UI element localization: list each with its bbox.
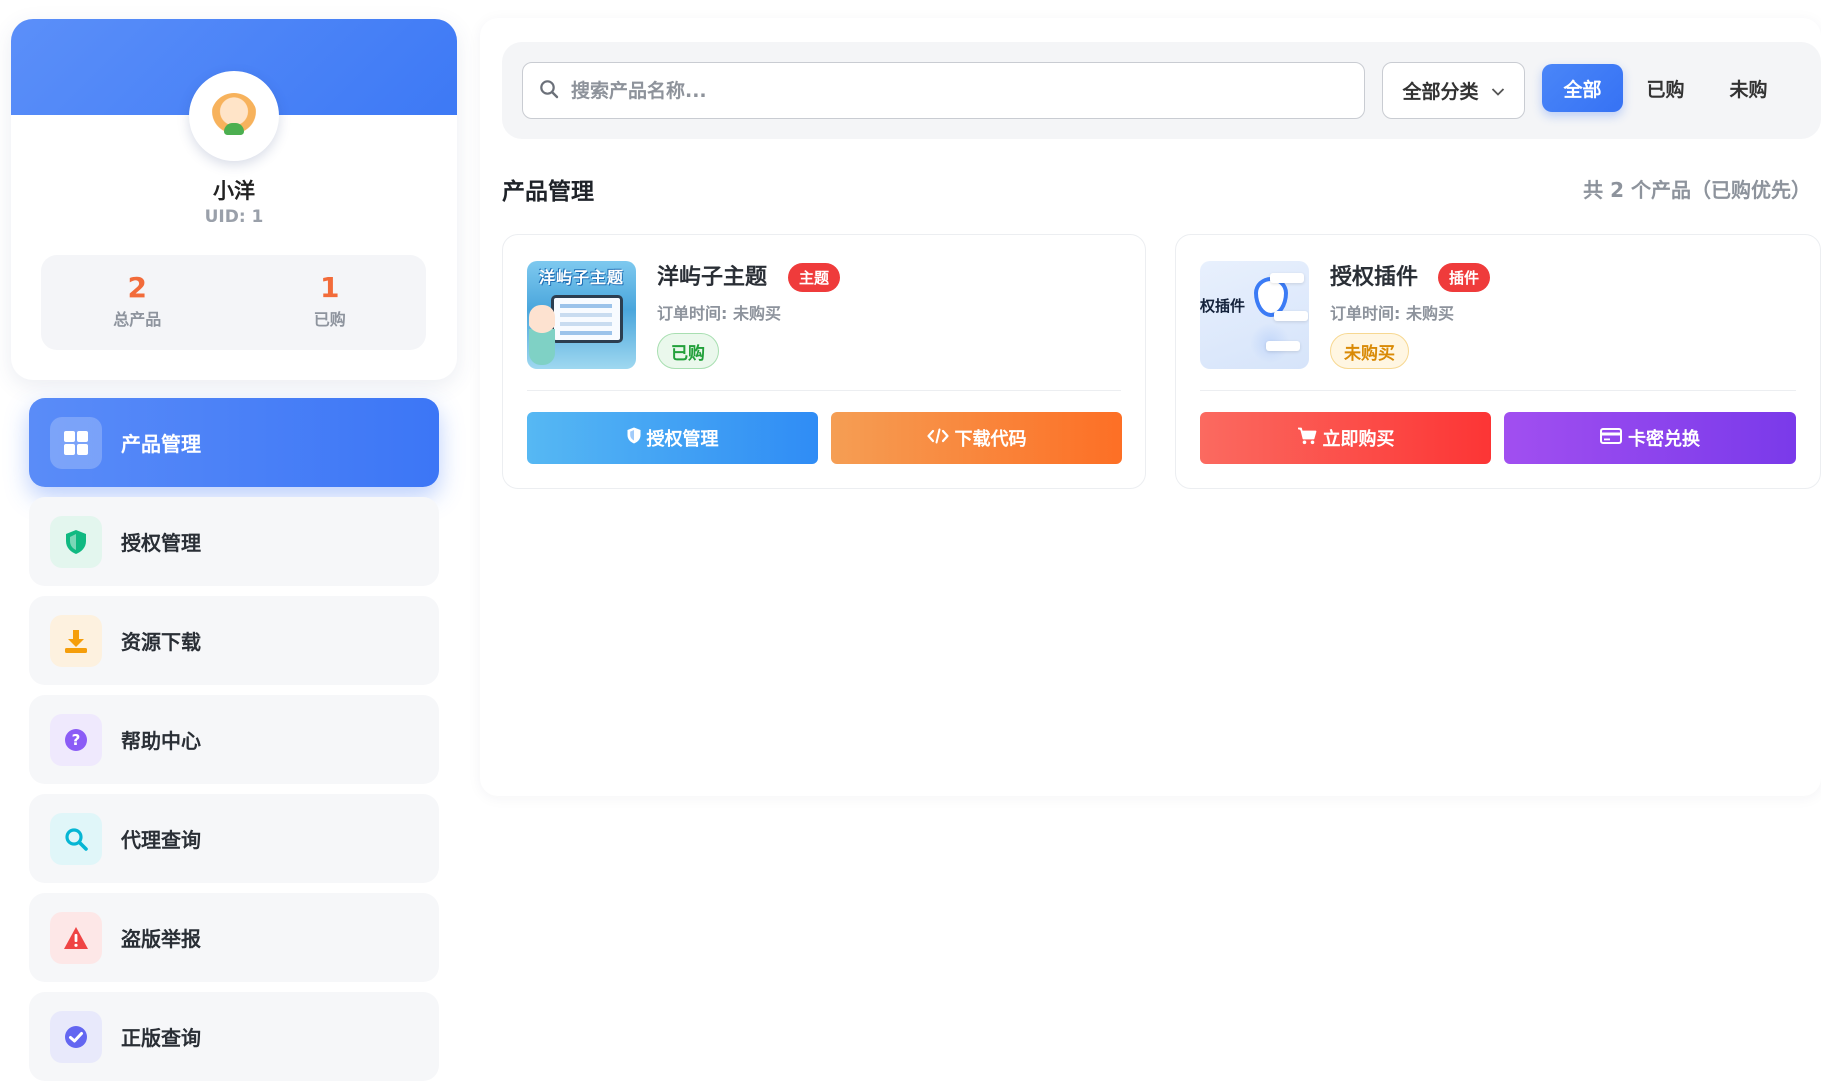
- user-stats: 2 总产品 1 已购: [41, 255, 426, 350]
- stat-label: 已购: [313, 310, 346, 329]
- filter-tab-unpurchased[interactable]: 未购: [1708, 64, 1789, 112]
- filter-tabs: 全部 已购 未购: [1542, 64, 1791, 112]
- credit-card-icon: [1600, 427, 1622, 449]
- product-name: 洋屿子主题: [657, 265, 768, 290]
- nav-label: 资源下载: [121, 630, 201, 654]
- profile-card: 小洋 UID: 1 2 总产品 1 已购: [11, 19, 457, 380]
- cart-icon: [1297, 427, 1317, 450]
- grid-icon: [50, 416, 102, 469]
- nav-label: 正版查询: [121, 1026, 201, 1050]
- avatar-icon: [211, 93, 257, 139]
- product-tag: 插件: [1438, 263, 1491, 292]
- nav-item-agent-query[interactable]: 代理查询: [29, 794, 439, 883]
- stat-total-products: 2 总产品: [41, 255, 234, 350]
- app-root: 小洋 UID: 1 2 总产品 1 已购 产品管理 授权管理 资源下载 ? 帮助…: [0, 0, 1821, 1086]
- nav-item-license-management[interactable]: 授权管理: [29, 497, 439, 586]
- divider: [1200, 390, 1796, 391]
- search-input[interactable]: [571, 79, 1331, 102]
- thumbnail-title: 权插件: [1200, 297, 1246, 315]
- category-select-label: 全部分类: [1402, 81, 1479, 103]
- status-badge: 未购买: [1330, 333, 1409, 369]
- product-count: 共 2 个产品（已购优先）: [1583, 178, 1811, 202]
- stat-value: 2: [127, 271, 147, 304]
- thumbnail-character: [529, 305, 555, 365]
- nav-item-product-management[interactable]: 产品管理: [29, 398, 439, 487]
- status-badge: 已购: [657, 333, 719, 369]
- section-title: 产品管理: [502, 179, 594, 205]
- nav-item-resource-download[interactable]: 资源下载: [29, 596, 439, 685]
- product-thumbnail[interactable]: 洋屿子主题: [527, 261, 636, 369]
- button-label: 卡密兑换: [1628, 429, 1700, 450]
- thumbnail-card: [1270, 273, 1304, 283]
- order-time: 订单时间: 未购买: [1330, 304, 1454, 323]
- nav-label: 授权管理: [121, 531, 201, 555]
- thumbnail-card: [1274, 311, 1308, 321]
- nav-label: 帮助中心: [121, 729, 201, 753]
- stat-value: 1: [320, 271, 340, 304]
- redeem-code-button[interactable]: 卡密兑换: [1504, 412, 1796, 464]
- download-icon: [50, 614, 102, 667]
- nav-item-help-center[interactable]: ? 帮助中心: [29, 695, 439, 784]
- search-icon: [539, 79, 559, 103]
- product-thumbnail[interactable]: 权插件: [1200, 261, 1309, 369]
- filter-tab-all[interactable]: 全部: [1542, 64, 1623, 112]
- check-circle-icon: [50, 1010, 102, 1063]
- thumbnail-screen: [551, 295, 623, 343]
- search-icon: [50, 812, 102, 865]
- user-name: 小洋: [213, 179, 255, 203]
- license-management-button[interactable]: 授权管理: [527, 412, 818, 464]
- nav-item-genuine-query[interactable]: 正版查询: [29, 992, 439, 1081]
- category-select[interactable]: 全部分类: [1382, 62, 1525, 119]
- button-label: 立即购买: [1322, 429, 1395, 450]
- nav-label: 产品管理: [121, 432, 201, 456]
- stat-purchased: 1 已购: [234, 255, 427, 350]
- sidebar-nav: 产品管理 授权管理 资源下载 ? 帮助中心 代理查询 盗版举报 正版查询: [29, 398, 439, 1086]
- nav-label: 盗版举报: [121, 927, 201, 951]
- nav-label: 代理查询: [121, 828, 201, 852]
- thumbnail-card: [1266, 341, 1300, 351]
- stat-label: 总产品: [113, 310, 162, 329]
- svg-text:?: ?: [72, 731, 81, 749]
- buy-now-button[interactable]: 立即购买: [1200, 412, 1491, 464]
- shield-icon: [627, 427, 641, 449]
- button-label: 授权管理: [646, 429, 719, 450]
- chevron-down-icon: [1491, 80, 1505, 102]
- user-uid: UID: 1: [204, 207, 264, 227]
- product-tag: 主题: [788, 263, 841, 292]
- code-icon: [926, 428, 949, 449]
- product-name: 授权插件: [1330, 265, 1419, 290]
- shield-icon: [50, 515, 102, 568]
- thumbnail-title: 洋屿子主题: [538, 268, 624, 287]
- nav-item-piracy-report[interactable]: 盗版举报: [29, 893, 439, 982]
- download-code-button[interactable]: 下载代码: [831, 412, 1122, 464]
- toolbar: 全部分类 全部 已购 未购: [502, 42, 1821, 139]
- avatar[interactable]: [189, 71, 279, 161]
- question-icon: ?: [50, 713, 102, 766]
- product-card: 权插件 授权插件 插件 订单时间: 未购买 未购买 立即购买 卡密兑换: [1175, 234, 1821, 489]
- filter-tab-purchased[interactable]: 已购: [1625, 64, 1706, 112]
- order-time: 订单时间: 未购买: [657, 304, 781, 323]
- button-label: 下载代码: [954, 429, 1027, 450]
- product-card: 洋屿子主题 洋屿子主题 主题 订单时间: 未购买 已购 授权管理 下载代码: [502, 234, 1146, 489]
- warning-icon: [50, 911, 102, 964]
- divider: [527, 390, 1121, 391]
- search-box: [522, 62, 1365, 119]
